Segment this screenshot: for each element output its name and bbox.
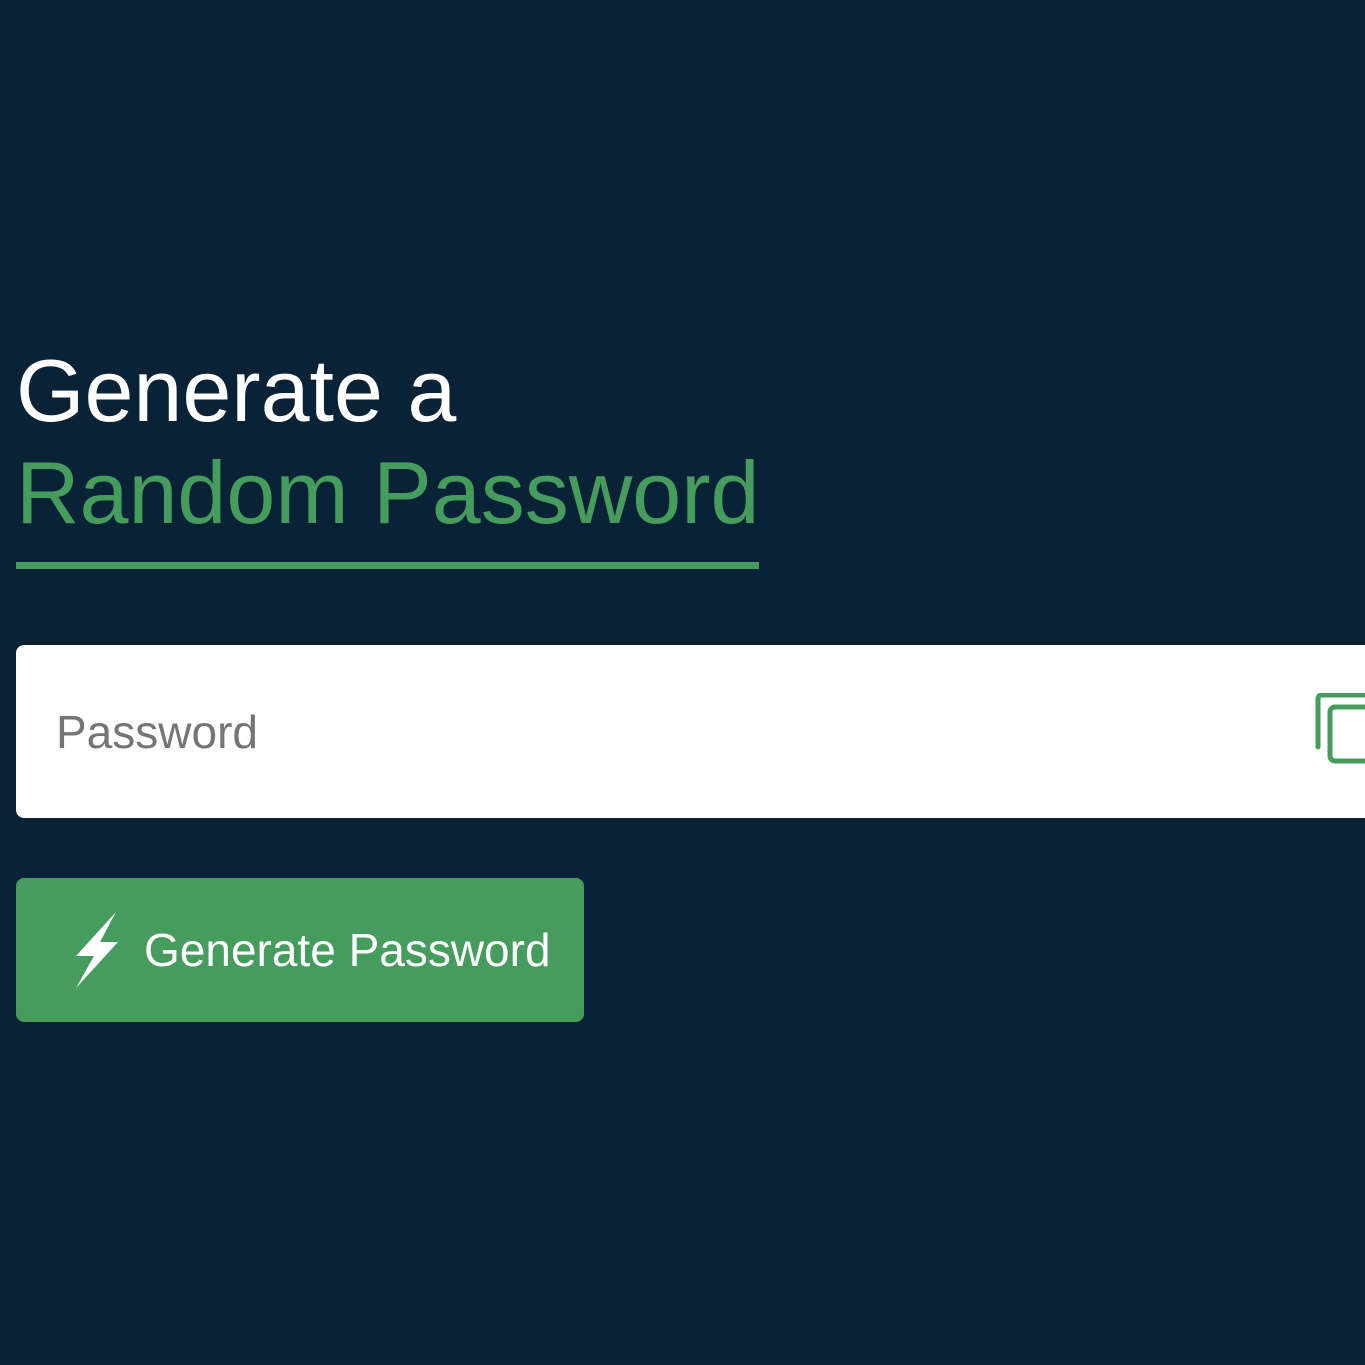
generate-password-button[interactable]: Generate Password [16,878,584,1022]
generate-button-label: Generate Password [144,924,551,976]
password-generator-page: Generate a Random Password Generate Pass… [0,0,1365,1365]
lightning-bolt-icon [72,910,122,990]
title-line-1: Generate a [16,341,457,440]
copy-icon [1315,693,1365,764]
title-line-2: Random Password [16,442,760,569]
page-title: Generate a Random Password [16,340,760,569]
password-field-container [16,645,1365,818]
password-input[interactable] [56,645,1256,818]
copy-button[interactable] [1314,693,1365,769]
